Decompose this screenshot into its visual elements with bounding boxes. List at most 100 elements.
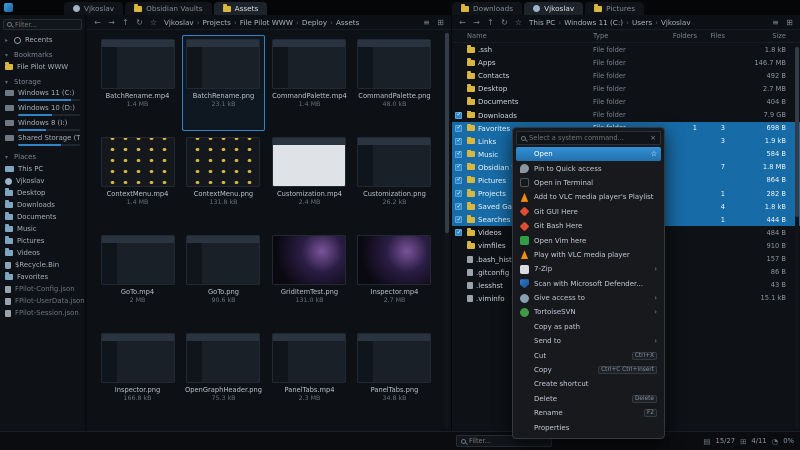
breadcrumb-segment[interactable]: Assets› (336, 18, 359, 27)
close-icon[interactable]: × (650, 134, 656, 142)
up-button[interactable]: ↑ (485, 18, 496, 27)
tab[interactable]: Pictures (585, 2, 644, 15)
table-row[interactable]: .ssh File folder 1.8 kB (452, 43, 800, 56)
back-button[interactable]: ← (457, 18, 468, 27)
row-checkbox[interactable] (455, 164, 462, 171)
breadcrumb-segment[interactable]: File Pilot WWW› (240, 18, 302, 27)
file-grid-item[interactable]: Inspector.png 166.8 kB (97, 329, 178, 425)
context-menu-item[interactable]: Copy as path ☆ › (516, 320, 661, 334)
table-row[interactable]: Contacts File folder 492 B (452, 69, 800, 82)
sidebar-section-bookmarks[interactable]: ▾ Bookmarks (0, 49, 85, 61)
breadcrumb-segment[interactable]: Projects› (203, 18, 240, 27)
file-grid-item[interactable]: PanelTabs.png 34.8 kB (354, 329, 435, 425)
sidebar-item[interactable]: FPilot-Session.json (0, 307, 85, 319)
refresh-button[interactable]: ↻ (499, 18, 510, 27)
favorite-star-icon[interactable]: ☆ (651, 150, 657, 158)
sidebar-item[interactable]: Documents (0, 211, 85, 223)
file-grid-item[interactable]: Customization.png 26.2 kB (354, 133, 435, 229)
command-search-input[interactable] (529, 134, 647, 142)
column-folders[interactable]: Folders (667, 32, 703, 40)
row-checkbox[interactable] (455, 151, 462, 158)
sidebar-filter[interactable] (3, 19, 82, 30)
up-button[interactable]: ↑ (120, 18, 131, 27)
forward-button[interactable]: → (471, 18, 482, 27)
table-row[interactable]: Documents File folder 404 B (452, 95, 800, 108)
table-row[interactable]: Desktop File folder 2.7 MB (452, 82, 800, 95)
context-menu-item[interactable]: Cut Ctrl+X ☆ › (516, 348, 661, 362)
tab[interactable]: Vjkoslav (524, 2, 583, 15)
file-grid-item[interactable]: CommandPalette.png 48.0 kB (354, 35, 435, 131)
context-menu-item[interactable]: Open in Terminal ☆ › (516, 176, 661, 190)
forward-button[interactable]: → (106, 18, 117, 27)
tab[interactable]: Vjkoslav (64, 2, 123, 15)
context-menu-item[interactable]: Properties ☆ › (516, 420, 661, 434)
sidebar-drive-item[interactable]: Windows 8 (I:) (0, 118, 85, 133)
file-grid-item[interactable]: GoTo.mp4 2 MB (97, 231, 178, 327)
sidebar-item-recents[interactable]: ▸ Recents (0, 34, 85, 46)
table-row[interactable]: Downloads File folder 7.9 GB (452, 108, 800, 121)
tab[interactable]: Downloads (452, 2, 522, 15)
sidebar-filter-input[interactable] (15, 21, 78, 29)
file-grid-item[interactable]: CommandPalette.mp4 1.4 MB (269, 35, 350, 131)
refresh-button[interactable]: ↻ (134, 18, 145, 27)
sidebar-item[interactable]: Music (0, 223, 85, 235)
file-grid-item[interactable]: BatchRename.mp4 1.4 MB (97, 35, 178, 131)
file-grid-item[interactable]: BatchRename.png 23.1 kB (182, 35, 265, 131)
file-grid-item[interactable]: Inspector.mp4 2.7 MB (354, 231, 435, 327)
context-menu-item[interactable]: Rename F2 ☆ › (516, 406, 661, 420)
context-menu-item[interactable]: Scan with Microsoft Defender... ☆ › (516, 277, 661, 291)
sidebar-drive-item[interactable]: Windows 10 (D:) (0, 103, 85, 118)
context-menu-item[interactable]: Open ☆ › (516, 147, 661, 161)
row-checkbox[interactable] (455, 216, 462, 223)
file-grid-item[interactable]: ContextMenu.mp4 1.4 MB (97, 133, 178, 229)
context-menu-item[interactable]: Pin to Quick access ☆ › (516, 161, 661, 175)
file-grid-item[interactable]: GoTo.png 90.6 kB (182, 231, 265, 327)
breadcrumb-segment[interactable]: Windows 11 (C:)› (564, 18, 632, 27)
context-menu-item[interactable]: Open Vim here ☆ › (516, 233, 661, 247)
context-menu-item[interactable]: Copy Ctrl+C Ctrl+Insert ☆ › (516, 363, 661, 377)
scrollbar-thumb[interactable] (445, 33, 449, 233)
sidebar-item[interactable]: $Recycle.Bin (0, 259, 85, 271)
context-menu-item[interactable]: Play with VLC media player ☆ › (516, 248, 661, 262)
context-menu-item[interactable]: Git GUI Here ☆ › (516, 205, 661, 219)
sidebar-item[interactable]: Videos (0, 247, 85, 259)
scrollbar-thumb[interactable] (795, 47, 799, 217)
sidebar-item[interactable]: Favorites (0, 271, 85, 283)
context-menu-item[interactable]: Add to VLC media player's Playlist ☆ › (516, 190, 661, 204)
breadcrumb-segment[interactable]: This PC› (529, 18, 564, 27)
column-name[interactable]: Name (467, 32, 593, 40)
table-row[interactable]: Apps File folder 146.7 MB (452, 56, 800, 69)
breadcrumb-segment[interactable]: Users› (632, 18, 661, 27)
sidebar-item[interactable]: Downloads (0, 199, 85, 211)
sort-button[interactable]: ≡ (770, 18, 781, 27)
row-checkbox[interactable] (455, 125, 462, 132)
row-checkbox[interactable] (455, 177, 462, 184)
column-files[interactable]: Files (703, 32, 731, 40)
bookmark-icon[interactable]: ☆ (148, 18, 159, 27)
sidebar-item[interactable]: FPilot-UserData.json (0, 295, 85, 307)
context-menu-item[interactable]: 7-Zip ☆ › (516, 262, 661, 276)
row-checkbox[interactable] (455, 190, 462, 197)
sidebar-section-storage[interactable]: ▾ Storage (0, 76, 85, 88)
command-search[interactable]: × (516, 131, 661, 145)
column-size[interactable]: Size (731, 32, 792, 40)
file-grid-item[interactable]: PanelTabs.mp4 2.3 MB (269, 329, 350, 425)
back-button[interactable]: ← (92, 18, 103, 27)
sidebar-item[interactable]: Pictures (0, 235, 85, 247)
breadcrumb-segment[interactable]: Vjkoslav› (661, 18, 691, 27)
scrollbar[interactable] (795, 45, 799, 429)
tab[interactable]: Assets (214, 2, 268, 15)
tab[interactable]: Obsidian Vaults (125, 2, 212, 15)
sidebar-item[interactable]: Vjkoslav (0, 175, 85, 187)
file-grid-item[interactable]: GridItemTest.png 131.0 kB (269, 231, 350, 327)
column-type[interactable]: Type (593, 32, 667, 40)
breadcrumb-segment[interactable]: Vjkoslav› (164, 18, 203, 27)
context-menu-item[interactable]: Create shortcut ☆ › (516, 377, 661, 391)
row-checkbox[interactable] (455, 229, 462, 236)
context-menu-item[interactable]: Delete Delete ☆ › (516, 392, 661, 406)
file-grid-item[interactable]: OpenGraphHeader.png 75.3 kB (182, 329, 265, 425)
file-grid-item[interactable]: ContextMenu.png 131.8 kB (182, 133, 265, 229)
context-menu-item[interactable]: TortoiseSVN ☆ › (516, 305, 661, 319)
row-checkbox[interactable] (455, 138, 462, 145)
sidebar-item[interactable]: File Pilot WWW (0, 61, 85, 73)
